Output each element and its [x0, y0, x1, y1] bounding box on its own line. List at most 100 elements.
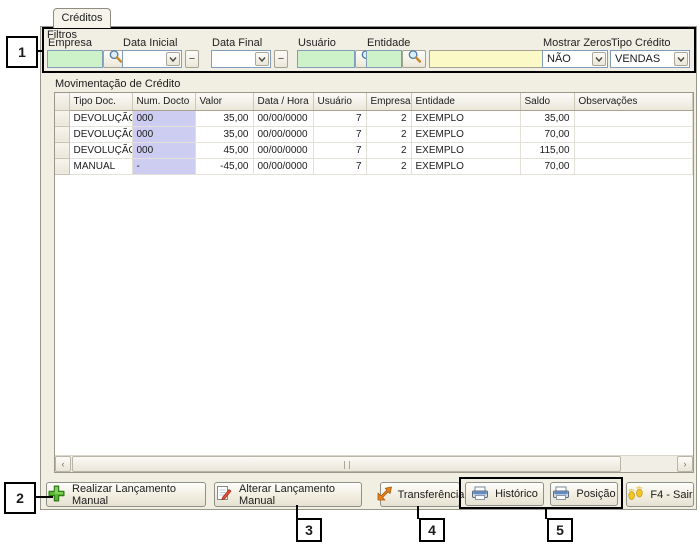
- cell-saldo[interactable]: 70,00: [520, 126, 574, 142]
- tipo-credito-value: VENDAS: [615, 53, 660, 65]
- realizar-lancamento-button[interactable]: Realizar Lançamento Manual: [46, 482, 206, 507]
- annotation-box-1: 1: [6, 36, 38, 68]
- cell-saldo[interactable]: 35,00: [520, 110, 574, 126]
- cell-tipo-doc[interactable]: DEVOLUÇÃO: [69, 142, 132, 158]
- cell-empresa[interactable]: 2: [366, 126, 411, 142]
- footprints-icon: [627, 485, 644, 504]
- cell-num-docto[interactable]: -: [132, 158, 195, 174]
- cell-empresa[interactable]: 2: [366, 158, 411, 174]
- annotation-line-2: [36, 496, 53, 498]
- data-inicial-clear-button[interactable]: −: [185, 50, 199, 68]
- cell-valor[interactable]: 45,00: [195, 142, 253, 158]
- search-icon: [108, 49, 123, 69]
- table-row[interactable]: DEVOLUÇÃO 000 35,00 00/00/0000 7 2 EXEMP…: [55, 110, 693, 126]
- cell-data-hora[interactable]: 00/00/0000: [253, 126, 313, 142]
- cell-tipo-doc[interactable]: DEVOLUÇÃO: [69, 126, 132, 142]
- tab-creditos[interactable]: Créditos: [53, 8, 111, 28]
- row-selector[interactable]: [55, 126, 69, 142]
- minus-icon: −: [189, 53, 195, 65]
- mostrar-zeros-select[interactable]: NÃO: [542, 50, 608, 68]
- cell-empresa[interactable]: 2: [366, 110, 411, 126]
- button-label: F4 - Sair: [650, 489, 692, 501]
- usuario-input[interactable]: [297, 50, 355, 68]
- minus-icon: −: [278, 53, 284, 65]
- cell-usuario[interactable]: 7: [313, 158, 366, 174]
- horizontal-scrollbar[interactable]: ‹ ›: [55, 455, 693, 472]
- cell-usuario[interactable]: 7: [313, 142, 366, 158]
- col-data-hora: Data / Hora: [253, 93, 313, 110]
- add-icon: [47, 484, 66, 506]
- cell-usuario[interactable]: 7: [313, 110, 366, 126]
- cell-valor[interactable]: 35,00: [195, 110, 253, 126]
- data-final-combo[interactable]: [211, 50, 271, 68]
- row-selector[interactable]: [55, 142, 69, 158]
- chevron-down-icon[interactable]: [255, 52, 269, 66]
- cell-entidade[interactable]: EXEMPLO: [411, 110, 520, 126]
- cell-valor[interactable]: 35,00: [195, 126, 253, 142]
- cell-usuario[interactable]: 7: [313, 126, 366, 142]
- alterar-lancamento-button[interactable]: Alterar Lançamento Manual: [214, 482, 362, 507]
- annotation-box-3: 3: [296, 518, 322, 542]
- cell-num-docto[interactable]: 000: [132, 142, 195, 158]
- cell-data-hora[interactable]: 00/00/0000: [253, 110, 313, 126]
- table-row[interactable]: DEVOLUÇÃO 000 35,00 00/00/0000 7 2 EXEMP…: [55, 126, 693, 142]
- cell-num-docto[interactable]: 000: [132, 126, 195, 142]
- scrollbar-grip: [344, 461, 350, 469]
- data-final-label: Data Final: [212, 37, 262, 49]
- col-empresa: Empresa: [366, 93, 411, 110]
- cell-tipo-doc[interactable]: DEVOLUÇÃO: [69, 110, 132, 126]
- cell-tipo-doc[interactable]: MANUAL: [69, 158, 132, 174]
- tipo-credito-select[interactable]: VENDAS: [610, 50, 690, 68]
- col-entidade: Entidade: [411, 93, 520, 110]
- usuario-label: Usuário: [298, 37, 336, 49]
- annotation-line-1: [38, 50, 44, 52]
- cell-observacoes[interactable]: [574, 158, 693, 174]
- data-inicial-label: Data Inicial: [123, 37, 177, 49]
- mostrar-zeros-label: Mostrar Zeros: [543, 37, 611, 49]
- transferencia-button[interactable]: Transferência: [380, 482, 460, 507]
- entidade-input[interactable]: [366, 50, 402, 68]
- credit-grid: Tipo Doc. Num. Docto Valor Data / Hora U…: [54, 92, 694, 473]
- scrollbar-thumb[interactable]: [72, 456, 621, 472]
- credit-table: Tipo Doc. Num. Docto Valor Data / Hora U…: [55, 93, 693, 175]
- cell-empresa[interactable]: 2: [366, 142, 411, 158]
- entidade-name-field[interactable]: [429, 50, 560, 68]
- cell-observacoes[interactable]: [574, 126, 693, 142]
- cell-valor[interactable]: -45,00: [195, 158, 253, 174]
- cell-entidade[interactable]: EXEMPLO: [411, 158, 520, 174]
- cell-observacoes[interactable]: [574, 110, 693, 126]
- row-selector[interactable]: [55, 158, 69, 174]
- empresa-input[interactable]: [47, 50, 103, 68]
- chevron-down-icon[interactable]: [592, 52, 606, 66]
- data-inicial-combo[interactable]: [122, 50, 182, 68]
- cell-entidade[interactable]: EXEMPLO: [411, 126, 520, 142]
- annotation-line-3: [296, 505, 298, 519]
- cell-num-docto[interactable]: 000: [132, 110, 195, 126]
- edit-icon: [215, 484, 233, 505]
- scroll-right-button[interactable]: ›: [677, 456, 693, 472]
- annotation-box-4: 4: [419, 518, 445, 542]
- data-final-clear-button[interactable]: −: [274, 50, 288, 68]
- chevron-down-icon[interactable]: [674, 52, 688, 66]
- cell-data-hora[interactable]: 00/00/0000: [253, 142, 313, 158]
- sair-button[interactable]: F4 - Sair: [626, 482, 694, 507]
- transfer-icon: [376, 485, 392, 504]
- mostrar-zeros-value: NÃO: [547, 53, 571, 65]
- cell-saldo[interactable]: 115,00: [520, 142, 574, 158]
- cell-observacoes[interactable]: [574, 142, 693, 158]
- entidade-label: Entidade: [367, 37, 410, 49]
- grid-title: Movimentação de Crédito: [55, 78, 180, 90]
- cell-saldo[interactable]: 70,00: [520, 158, 574, 174]
- row-selector[interactable]: [55, 110, 69, 126]
- scroll-left-button[interactable]: ‹: [55, 456, 71, 472]
- entidade-search-button[interactable]: [402, 50, 426, 68]
- cell-data-hora[interactable]: 00/00/0000: [253, 158, 313, 174]
- col-valor: Valor: [195, 93, 253, 110]
- button-label: Alterar Lançamento Manual: [239, 483, 361, 507]
- cell-entidade[interactable]: EXEMPLO: [411, 142, 520, 158]
- table-row[interactable]: DEVOLUÇÃO 000 45,00 00/00/0000 7 2 EXEMP…: [55, 142, 693, 158]
- tipo-credito-label: Tipo Crédito: [611, 37, 671, 49]
- chevron-down-icon[interactable]: [166, 52, 180, 66]
- table-row[interactable]: MANUAL - -45,00 00/00/0000 7 2 EXEMPLO 7…: [55, 158, 693, 174]
- empresa-label: Empresa: [48, 37, 92, 49]
